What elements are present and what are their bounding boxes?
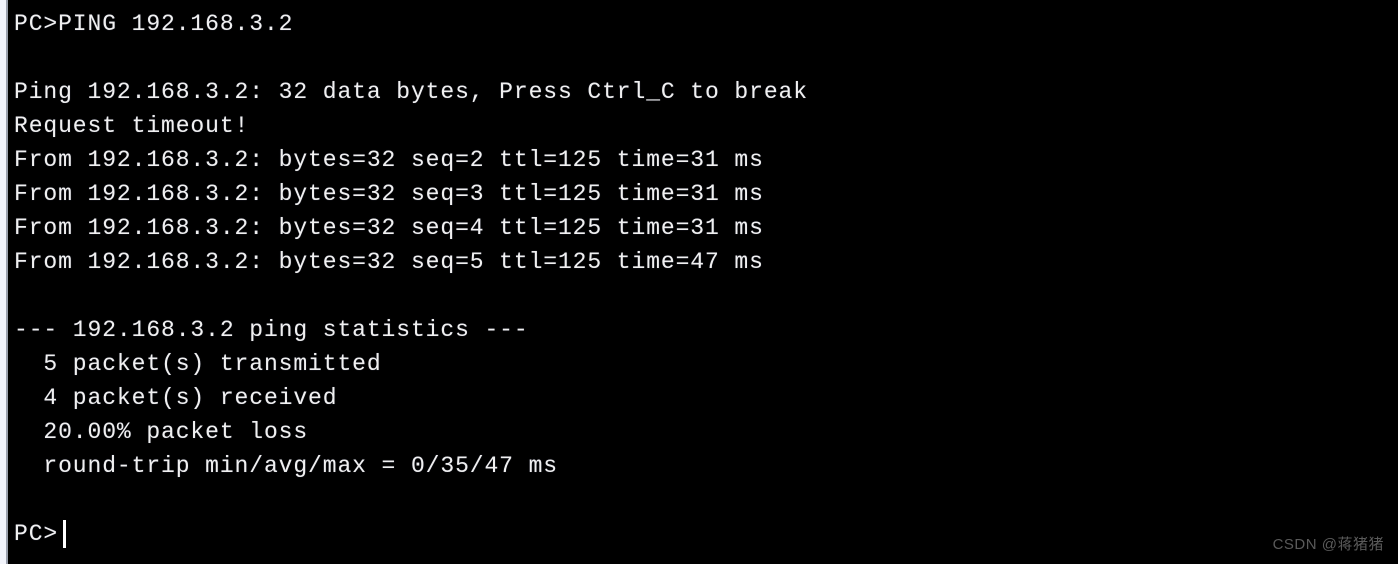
- terminal-line-reply-seq5: From 192.168.3.2: bytes=32 seq=5 ttl=125…: [14, 249, 764, 275]
- terminal-line-prompt: PC>: [14, 521, 59, 547]
- terminal-line-round-trip: round-trip min/avg/max = 0/35/47 ms: [14, 453, 558, 479]
- terminal-line-packet-loss: 20.00% packet loss: [14, 419, 309, 445]
- terminal-line-reply-seq3: From 192.168.3.2: bytes=32 seq=3 ttl=125…: [14, 181, 764, 207]
- csdn-watermark: CSDN @蒋猪猪: [1272, 536, 1384, 553]
- terminal-line-received: 4 packet(s) received: [14, 385, 338, 411]
- page-left-gutter-edge: [6, 0, 8, 564]
- terminal-line-timeout: Request timeout!: [14, 113, 250, 139]
- terminal-line-ping-header: Ping 192.168.3.2: 32 data bytes, Press C…: [14, 79, 808, 105]
- terminal-line-transmitted: 5 packet(s) transmitted: [14, 351, 382, 377]
- terminal-line-command: PC>PING 192.168.3.2: [14, 11, 294, 37]
- terminal-line-stats-header: --- 192.168.3.2 ping statistics ---: [14, 317, 529, 343]
- terminal-line-reply-seq4: From 192.168.3.2: bytes=32 seq=4 ttl=125…: [14, 215, 764, 241]
- terminal-screenshot: PC>PING 192.168.3.2 Ping 192.168.3.2: 32…: [0, 0, 1398, 564]
- terminal-console[interactable]: PC>PING 192.168.3.2 Ping 192.168.3.2: 32…: [8, 0, 1398, 564]
- terminal-line-reply-seq2: From 192.168.3.2: bytes=32 seq=2 ttl=125…: [14, 147, 764, 173]
- text-cursor: [63, 520, 66, 548]
